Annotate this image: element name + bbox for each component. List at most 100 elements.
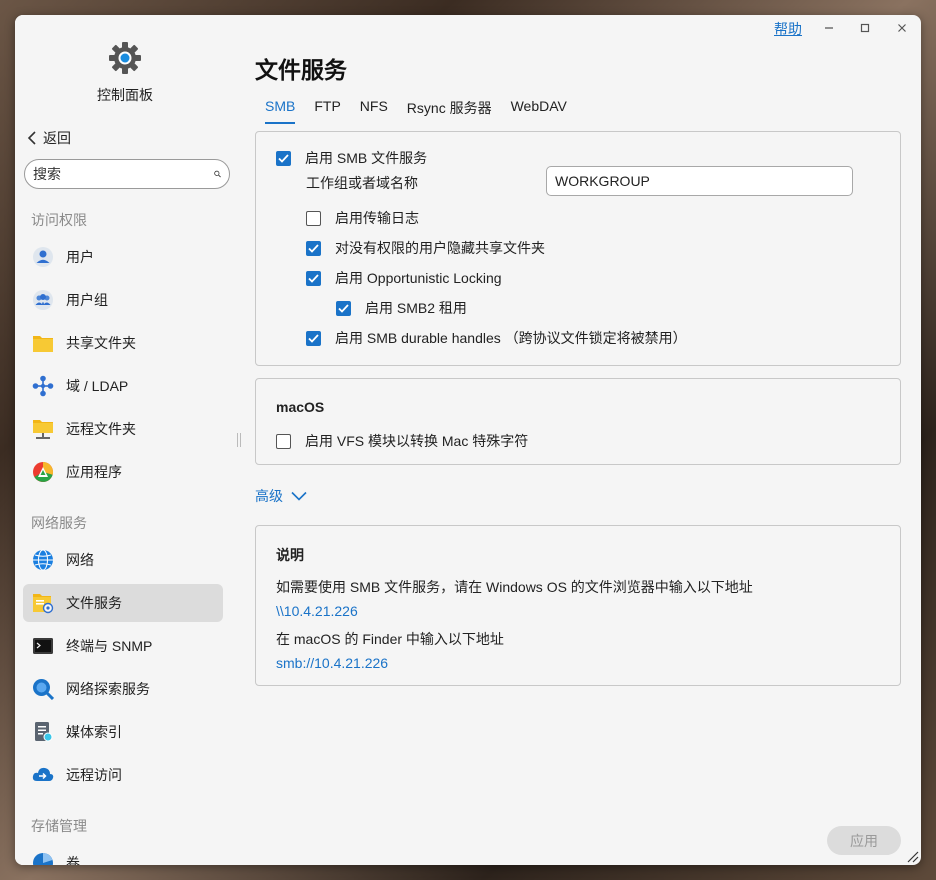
oplocks-row: 启用 Opportunistic Locking	[306, 268, 502, 288]
tab-bar: SMB FTP NFS Rsync 服务器 WebDAV	[265, 98, 586, 124]
network-globe-icon	[33, 549, 53, 571]
hide-shares-checkbox[interactable]	[306, 240, 321, 256]
info-heading: 说明	[276, 545, 304, 565]
search-box[interactable]	[24, 159, 230, 189]
sidebar-item-network-discovery[interactable]: 网络探索服务	[23, 670, 223, 708]
vfs-row: 启用 VFS 模块以转换 Mac 特殊字符	[276, 431, 528, 451]
hide-shares-label: 对没有权限的用户隐藏共享文件夹	[335, 240, 545, 256]
resize-grip-icon[interactable]	[905, 849, 919, 863]
apply-button[interactable]: 应用	[827, 826, 901, 855]
sidebar-item-remote-access[interactable]: 远程访问	[23, 756, 223, 794]
check-icon	[308, 273, 319, 283]
oplocks-label: 启用 Opportunistic Locking	[335, 270, 502, 286]
network-discovery-icon	[33, 679, 54, 700]
maximize-icon	[860, 23, 870, 33]
info-line-windows: 如需要使用 SMB 文件服务，请在 Windows OS 的文件浏览器中输入以下…	[276, 577, 753, 597]
file-service-icon	[33, 594, 54, 614]
sidebar-item-users[interactable]: 用户	[23, 238, 223, 276]
search-input[interactable]	[33, 166, 214, 182]
chevron-left-icon	[27, 131, 36, 145]
sidebar: 控制面板 返回 访问权限 用户 用户组 共享文件夹 域 / LDAP	[15, 15, 240, 865]
tab-smb[interactable]: SMB	[265, 98, 296, 124]
sidebar-item-label: 远程访问	[66, 767, 122, 783]
sidebar-item-label: 终端与 SNMP	[66, 638, 153, 654]
advanced-toggle[interactable]: 高级	[255, 486, 307, 506]
sidebar-item-file-service[interactable]: 文件服务	[23, 584, 223, 622]
sidebar-item-domain-ldap[interactable]: 域 / LDAP	[23, 367, 223, 405]
workgroup-row: 工作组或者域名称	[306, 173, 418, 193]
smb-settings-panel: 启用 SMB 文件服务 工作组或者域名称 启用传输日志 对没有权限的用户隐藏共享…	[255, 131, 901, 366]
sidebar-header: 控制面板	[15, 41, 235, 105]
minimize-button[interactable]	[819, 18, 839, 38]
sidebar-item-terminal-snmp[interactable]: 终端与 SNMP	[23, 627, 223, 665]
smb2-lease-label: 启用 SMB2 租用	[365, 300, 467, 316]
terminal-icon	[33, 638, 53, 654]
enable-smb-checkbox[interactable]	[276, 150, 291, 166]
close-button[interactable]	[892, 18, 912, 38]
sidebar-item-remote-folder[interactable]: 远程文件夹	[23, 410, 223, 448]
page-title: 文件服务	[255, 57, 347, 83]
search-icon[interactable]	[214, 166, 221, 182]
sidebar-item-label: 用户组	[66, 292, 108, 308]
tab-ftp[interactable]: FTP	[314, 98, 340, 124]
macos-heading-text: macOS	[276, 399, 325, 415]
windows-path-row: \\10.4.21.226	[276, 603, 358, 619]
sidebar-item-label: 共享文件夹	[66, 335, 136, 351]
check-icon	[308, 333, 319, 343]
domain-ldap-icon	[32, 375, 54, 397]
remote-access-icon	[32, 767, 54, 781]
sidebar-item-label: 卷	[66, 855, 80, 865]
vfs-label: 启用 VFS 模块以转换 Mac 特殊字符	[305, 433, 529, 449]
maximize-button[interactable]	[855, 18, 875, 38]
sidebar-item-applications[interactable]: 应用程序	[23, 453, 223, 491]
close-icon	[898, 24, 906, 32]
control-panel-window: 控制面板 返回 访问权限 用户 用户组 共享文件夹 域 / LDAP	[15, 15, 921, 865]
shared-folder-icon	[33, 336, 53, 352]
application-icon	[33, 462, 53, 482]
sidebar-item-volume[interactable]: 卷	[23, 844, 223, 865]
enable-smb-label: 启用 SMB 文件服务	[305, 150, 428, 166]
durable-handles-label: 启用 SMB durable handles （跨协议文件锁定将被禁用）	[335, 330, 687, 346]
sidebar-item-label: 网络探索服务	[66, 681, 150, 697]
transfer-log-row: 启用传输日志	[306, 208, 419, 228]
chevron-down-icon	[291, 491, 307, 501]
advanced-label: 高级	[255, 488, 283, 504]
gear-icon	[109, 42, 141, 74]
back-label: 返回	[43, 130, 71, 146]
info-heading-text: 说明	[276, 547, 304, 563]
workgroup-label: 工作组或者域名称	[306, 175, 418, 191]
help-link[interactable]: 帮助	[774, 19, 802, 39]
info-mac-text: 在 macOS 的 Finder 中输入以下地址	[276, 631, 504, 647]
tab-nfs[interactable]: NFS	[360, 98, 388, 124]
check-icon	[338, 303, 349, 313]
transfer-log-checkbox[interactable]	[306, 210, 321, 226]
macos-heading: macOS	[276, 399, 324, 415]
sidebar-item-media-index[interactable]: 媒体索引	[23, 713, 223, 751]
workgroup-input[interactable]	[546, 166, 853, 196]
section-label-storage: 存储管理	[31, 818, 87, 834]
sidebar-item-label: 网络	[66, 552, 94, 568]
tab-webdav[interactable]: WebDAV	[511, 98, 567, 124]
tab-rsync[interactable]: Rsync 服务器	[407, 98, 492, 124]
sidebar-item-label: 远程文件夹	[66, 421, 136, 437]
mac-path-link[interactable]: smb://10.4.21.226	[276, 655, 388, 671]
info-panel: 说明 如需要使用 SMB 文件服务，请在 Windows OS 的文件浏览器中输…	[255, 525, 901, 686]
section-label-network: 网络服务	[31, 515, 87, 531]
durable-handles-row: 启用 SMB durable handles （跨协议文件锁定将被禁用）	[306, 328, 687, 348]
media-index-icon	[35, 722, 53, 742]
user-group-icon	[33, 290, 53, 310]
mac-path-row: smb://10.4.21.226	[276, 655, 388, 671]
sidebar-item-shared-folder[interactable]: 共享文件夹	[23, 324, 223, 362]
oplocks-checkbox[interactable]	[306, 270, 321, 286]
sidebar-item-network[interactable]: 网络	[23, 541, 223, 579]
back-button[interactable]: 返回	[27, 128, 71, 148]
section-label-access: 访问权限	[31, 212, 87, 228]
check-icon	[308, 243, 319, 253]
smb2-lease-checkbox[interactable]	[336, 300, 351, 316]
vfs-checkbox[interactable]	[276, 433, 291, 449]
sidebar-resize-handle[interactable]	[237, 433, 241, 447]
sidebar-item-user-groups[interactable]: 用户组	[23, 281, 223, 319]
windows-path-link[interactable]: \\10.4.21.226	[276, 603, 358, 619]
durable-handles-checkbox[interactable]	[306, 330, 321, 346]
check-icon	[278, 153, 289, 163]
